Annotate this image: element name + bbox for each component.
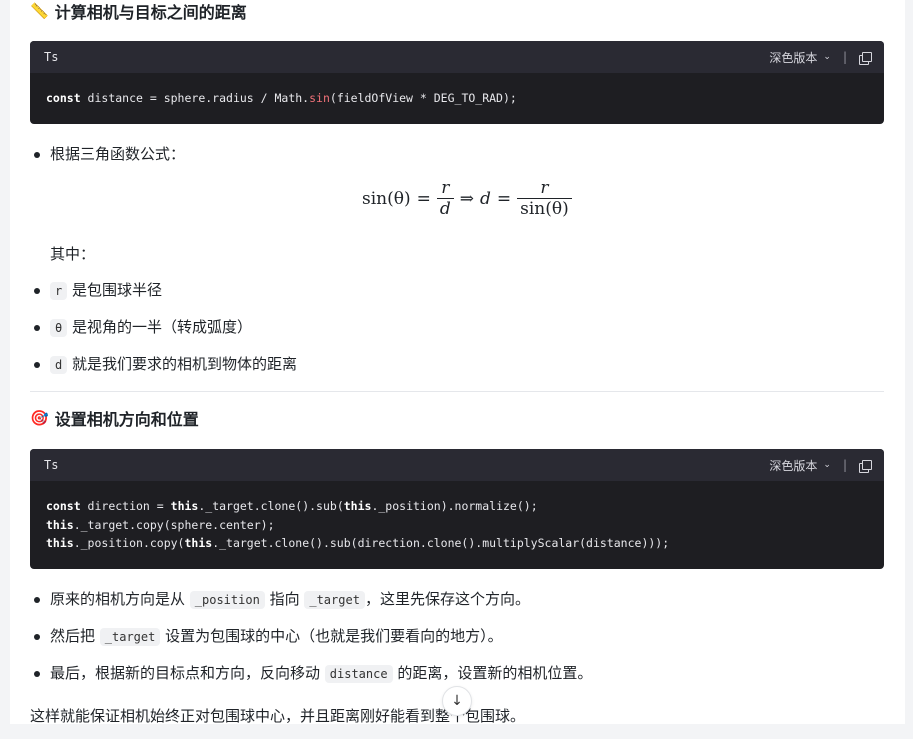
code-content: const distance = sphere.radius / Math.si…: [30, 73, 884, 122]
code-keyword: const: [46, 91, 81, 105]
explanation-list: 原来的相机方向是从 _position 指向 _target ，这里先保存这个方向…: [30, 588, 592, 699]
code-tools: 深色版本 ⌄ |: [769, 457, 872, 474]
formula-d: d: [480, 188, 491, 209]
code-text: ._position.copy(: [73, 536, 185, 550]
list-item: r 是包围球半径: [30, 279, 297, 302]
math-formula: sin(θ) = r d ⇒ d = r sin(θ): [362, 178, 572, 219]
variable-list: r 是包围球半径 θ 是视角的一半（转成弧度） d 就是我们要求的相机到物体的距…: [30, 279, 297, 390]
code-keyword: this: [46, 536, 74, 550]
code-keyword: this: [46, 517, 74, 532]
list-item-text: 指向: [264, 590, 305, 608]
code-text: ._position).normalize();: [371, 499, 538, 513]
fraction-numerator: r: [540, 178, 549, 198]
formula-fraction-1: r d: [436, 178, 454, 219]
fraction-numerator: r: [441, 178, 450, 198]
list-item-text: 然后把: [50, 627, 100, 645]
theme-select-label: 深色版本: [769, 458, 818, 473]
list-item-text: 设置为包围球的中心（也就是我们要看向的地方）。: [160, 627, 503, 645]
section-title: 设置相机方向和位置: [54, 410, 199, 429]
scroll-to-bottom-button[interactable]: ↓: [442, 686, 472, 716]
code-block-direction: Ts 深色版本 ⌄ | const direction = this._targ…: [30, 449, 884, 569]
inline-code: _target: [99, 628, 161, 646]
separator: |: [842, 458, 847, 472]
code-keyword: this: [343, 499, 372, 513]
code-text: direction =: [80, 499, 171, 513]
inline-code: _target: [304, 591, 365, 609]
formula-lhs: sin(θ): [362, 188, 411, 209]
code-header: Ts 深色版本 ⌄ |: [30, 41, 884, 73]
arrow-down-icon: ↓: [451, 693, 463, 709]
list-item: d 就是我们要求的相机到物体的距离: [30, 353, 297, 376]
list-item-text: 最后，根据新的目标点和方向，反向移动: [50, 664, 325, 682]
code-text: ._target.clone().sub(: [198, 499, 344, 513]
list-item: 原来的相机方向是从 _position 指向 _target ，这里先保存这个方向…: [30, 588, 592, 611]
chat-message: 📏 计算相机与目标之间的距离 Ts 深色版本 ⌄ | const distanc…: [10, 0, 905, 724]
ruler-icon: 📏: [30, 2, 49, 20]
code-text: distance = sphere.radius / Math.: [80, 91, 310, 105]
target-icon: 🎯: [30, 409, 49, 427]
fraction-denominator: sin(θ): [517, 198, 572, 219]
code-language-label: Ts: [44, 50, 59, 64]
code-block-distance: Ts 深色版本 ⌄ | const distance = sphere.radi…: [30, 41, 884, 124]
code-tools: 深色版本 ⌄ |: [769, 49, 872, 66]
theme-select-label: 深色版本: [769, 50, 818, 65]
list-item: 然后把 _target 设置为包围球的中心（也就是我们要看向的地方）。: [30, 625, 592, 648]
separator: |: [842, 50, 847, 64]
inline-code: _position: [189, 591, 265, 609]
section-title: 计算相机与目标之间的距离: [54, 3, 247, 22]
inline-code: θ: [50, 319, 68, 337]
code-text: ._target.clone().sub(direction.clone().m…: [212, 536, 670, 550]
section-heading-direction: 🎯 设置相机方向和位置: [30, 407, 199, 429]
list-item: 根据三角函数公式：: [30, 143, 185, 165]
formula-equals: =: [416, 188, 431, 209]
formula-implies: ⇒: [459, 188, 474, 209]
note-label: 其中：: [50, 245, 96, 263]
theme-select[interactable]: 深色版本 ⌄: [769, 49, 831, 66]
formula-fraction-2: r sin(θ): [517, 178, 572, 219]
code-keyword: this: [170, 499, 199, 513]
list-item-text: 是包围球半径: [72, 281, 163, 299]
code-text: (fieldOfView * DEG_TO_RAD);: [329, 91, 517, 105]
code-keyword: this: [184, 536, 213, 550]
inline-code: d: [50, 356, 68, 374]
list-item-text: 原来的相机方向是从: [50, 590, 190, 608]
code-language-label: Ts: [44, 458, 59, 472]
formula-equals: =: [496, 188, 512, 209]
code-header: Ts 深色版本 ⌄ |: [30, 449, 884, 481]
formula-intro-list: 根据三角函数公式：: [30, 143, 185, 179]
code-text: ._target.copy(sphere.center);: [73, 517, 275, 532]
code-keyword: const: [46, 499, 81, 513]
list-item-text: 是视角的一半（转成弧度）: [72, 318, 253, 336]
list-item-text: 就是我们要求的相机到物体的距离: [72, 355, 298, 373]
list-item: 最后，根据新的目标点和方向，反向移动 distance 的距离，设置新的相机位置…: [30, 662, 592, 685]
fraction-denominator: d: [436, 198, 454, 219]
inline-code: distance: [324, 665, 393, 683]
list-item: θ 是视角的一半（转成弧度）: [30, 316, 297, 339]
code-content: const direction = this._target.clone().s…: [30, 481, 884, 567]
copy-icon[interactable]: [859, 459, 872, 473]
list-item-text: 的距离，设置新的相机位置。: [392, 664, 593, 682]
inline-code: r: [50, 282, 68, 300]
chevron-down-icon: ⌄: [823, 460, 831, 470]
copy-icon[interactable]: [859, 51, 872, 65]
list-item-text: 根据三角函数公式：: [50, 145, 186, 163]
theme-select[interactable]: 深色版本 ⌄: [769, 457, 831, 474]
section-heading-distance: 📏 计算相机与目标之间的距离: [30, 0, 247, 22]
divider: [30, 391, 884, 392]
chevron-down-icon: ⌄: [823, 52, 831, 62]
list-item-text: ，这里先保存这个方向。: [364, 590, 530, 608]
code-function: sin: [309, 91, 330, 105]
